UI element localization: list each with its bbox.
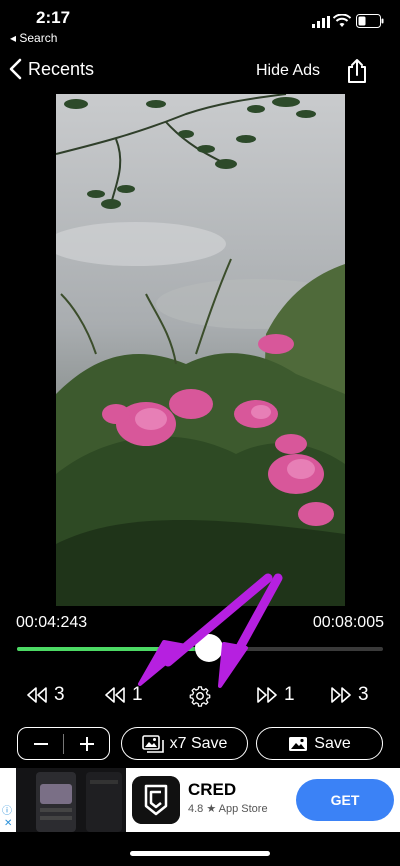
ad-get-button[interactable]: GET [296, 779, 394, 821]
ad-banner[interactable]: CRED 4.8 ★ App Store GET ⓘ ✕ [0, 768, 400, 832]
multi-save-button[interactable]: x7 Save [121, 727, 248, 760]
forward-3-label: 3 [358, 684, 369, 705]
forward-1-label: 1 [284, 684, 295, 705]
scrubber-progress [17, 647, 210, 651]
nav-bar: Recents Hide Ads [0, 52, 400, 92]
back-button[interactable]: Recents [8, 58, 94, 80]
forward-1-button[interactable]: 1 [256, 684, 295, 706]
video-preview[interactable] [56, 94, 345, 606]
ad-close-icon[interactable]: ✕ [4, 818, 12, 829]
status-bar: 2:17 ◂ Search [0, 0, 400, 48]
save-label: Save [314, 734, 351, 752]
rewind-1-label: 1 [132, 684, 143, 705]
rewind-3-button[interactable]: 3 [26, 684, 65, 706]
back-to-app-link[interactable]: ◂ Search [10, 31, 57, 45]
fast-forward-icon [331, 687, 351, 703]
rewind-3-label: 3 [54, 684, 65, 705]
hide-ads-button[interactable]: Hide Ads [256, 62, 320, 80]
scrubber-thumb[interactable] [195, 634, 224, 662]
gear-icon[interactable] [189, 685, 211, 707]
ad-info-icon[interactable]: ⓘ [2, 802, 12, 817]
cellular-signal-icon [312, 16, 330, 28]
wifi-icon [333, 14, 351, 27]
home-indicator [130, 851, 270, 856]
rewind-1-button[interactable]: 1 [104, 684, 143, 706]
save-button[interactable]: Save [256, 727, 383, 760]
ad-preview-image [16, 768, 126, 832]
cred-logo-icon [132, 776, 180, 824]
multi-save-label: x7 Save [169, 734, 228, 752]
count-stepper [17, 727, 110, 760]
ad-subtitle: 4.8 ★ App Store [188, 803, 268, 815]
chevron-left-icon [9, 58, 22, 80]
ad-title: CRED [188, 780, 237, 799]
current-time: 00:04:243 [16, 614, 88, 631]
minus-icon [33, 742, 48, 745]
share-icon[interactable] [346, 58, 368, 84]
plus-icon [79, 736, 94, 751]
status-time: 2:17 [36, 8, 71, 27]
rewind-icon [27, 687, 47, 703]
fast-forward-icon [257, 687, 277, 703]
video-frame-image [56, 94, 345, 606]
forward-3-button[interactable]: 3 [330, 684, 369, 706]
decrement-button[interactable] [18, 728, 63, 759]
rewind-icon [105, 687, 125, 703]
images-icon [141, 734, 164, 753]
increment-button[interactable] [64, 728, 109, 759]
back-label: Recents [28, 58, 95, 79]
battery-icon [356, 14, 384, 28]
image-icon [289, 736, 308, 751]
total-time: 00:08:005 [312, 614, 384, 631]
